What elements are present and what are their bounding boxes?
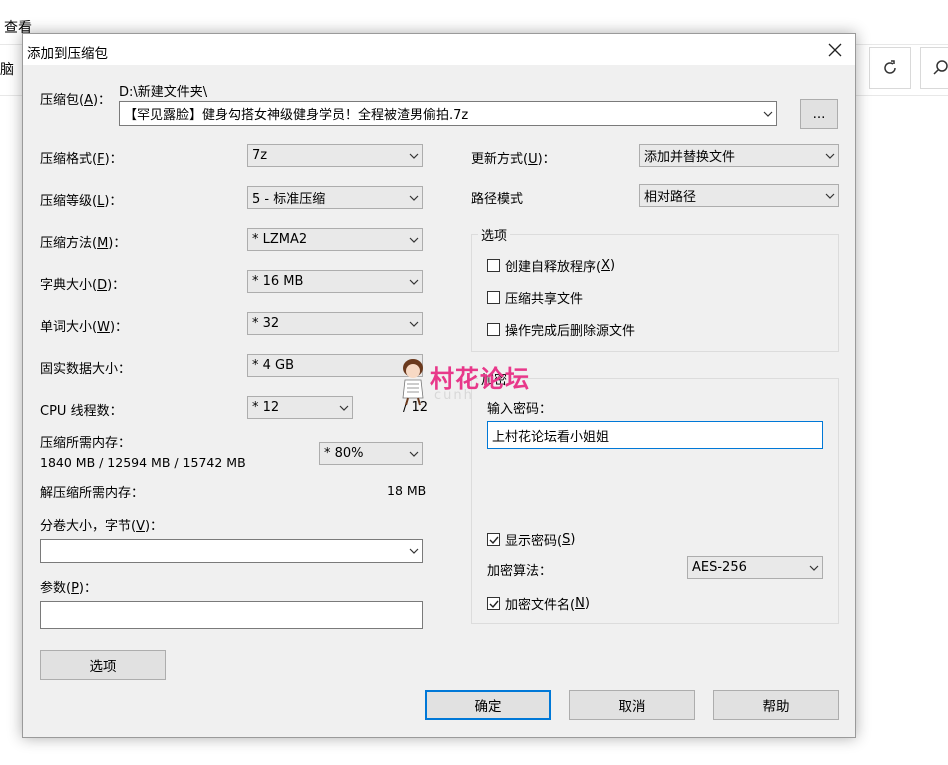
mem-percent-combo[interactable]: * 80% [319,442,423,465]
dict-label: 字典大小(D)： [40,278,126,293]
encryption-group-title: 加密 [478,369,511,388]
level-label: 压缩等级(L)： [40,194,123,209]
show-password-checkbox[interactable]: 显示密码(S) [487,530,575,549]
help-button[interactable]: 帮助 [713,690,839,720]
archive-path: D:\新建文件夹\ [119,85,208,100]
chevron-down-icon [406,313,422,334]
mem-decompress-label: 解压缩所需内存： [40,486,145,501]
mem-percent-value: * 80% [324,446,364,461]
chevron-down-icon [806,557,822,578]
level-value: 5 - 标准压缩 [252,192,326,207]
shared-checkbox[interactable]: 压缩共享文件 [487,288,583,307]
path-mode-combo[interactable]: 相对路径 [639,184,839,207]
chevron-down-icon [406,187,422,208]
shared-checkbox-box [487,291,500,304]
params-input[interactable] [41,602,422,628]
chevron-down-icon [406,355,422,376]
chevron-down-icon [406,271,422,292]
word-combo[interactable]: * 32 [247,312,423,335]
mem-decompress-value: 18 MB [387,483,427,498]
algorithm-label: 加密算法： [487,564,553,579]
update-combo[interactable]: 添加并替换文件 [639,144,839,167]
options-group-title: 选项 [478,225,511,244]
mem-compress-label: 压缩所需内存： [40,436,132,451]
cancel-button[interactable]: 取消 [569,690,695,720]
mem-compress-detail: 1840 MB / 12594 MB / 15742 MB [40,455,246,470]
threads-label: CPU 线程数： [40,404,123,419]
encrypt-names-checkbox[interactable]: 加密文件名(N) [487,594,590,613]
dialog-title: 添加到压缩包 [27,46,108,62]
search-icon [933,60,948,75]
password-label: 输入密码： [487,402,553,417]
params-input-box [40,601,423,629]
close-icon [828,43,842,57]
refresh-button[interactable] [869,47,911,89]
threads-combo[interactable]: * 12 [247,396,353,419]
params-label: 参数(P)： [40,581,97,596]
solid-value: * 4 GB [252,358,295,373]
chevron-down-icon [760,102,776,125]
chevron-down-icon [406,443,422,464]
search-button[interactable] [920,47,948,89]
sfx-checkbox[interactable]: 创建自释放程序(X) [487,256,615,275]
method-label: 压缩方法(M)： [40,236,127,251]
browse-button[interactable]: ... [800,99,838,129]
word-value: * 32 [252,316,280,331]
encrypt-names-checkbox-box [487,597,500,610]
chevron-down-icon [406,229,422,250]
update-label: 更新方式(U)： [471,152,556,167]
dict-combo[interactable]: * 16 MB [247,270,423,293]
method-combo[interactable]: * LZMA2 [247,228,423,251]
archive-name-value: 【罕见露脸】健身勾搭女神级健身学员！全程被渣男偷拍.7z [124,108,469,123]
show-password-checkbox-box [487,533,500,546]
options-button[interactable]: 选项 [40,650,166,680]
checkmark-icon [489,600,499,608]
archive-label: 压缩包(A)： [40,93,112,108]
format-value: 7z [252,148,268,163]
threads-value: * 12 [252,400,280,415]
delete-source-checkbox[interactable]: 操作完成后删除源文件 [487,320,635,339]
sfx-checkbox-box [487,259,500,272]
dict-value: * 16 MB [252,274,304,289]
refresh-icon [884,60,896,74]
chevron-down-icon [822,145,838,166]
level-combo[interactable]: 5 - 标准压缩 [247,186,423,209]
ok-button[interactable]: 确定 [425,690,551,720]
close-button[interactable] [819,36,851,64]
word-label: 单词大小(W)： [40,320,129,335]
volume-label: 分卷大小，字节(V)： [40,519,164,534]
format-label: 压缩格式(F)： [40,152,123,167]
solid-combo[interactable]: * 4 GB [247,354,423,377]
solid-label: 固实数据大小： [40,362,132,377]
algorithm-combo[interactable]: AES-256 [687,556,823,579]
method-value: * LZMA2 [252,232,308,247]
delete-checkbox-box [487,323,500,336]
checkmark-icon [489,536,499,544]
add-to-archive-dialog: 添加到压缩包 压缩包(A)： D:\新建文件夹\ 【罕见露脸】健身勾搭女神级健身… [22,33,856,738]
explorer-address-fragment: 脑 [0,62,14,78]
password-input[interactable] [488,422,822,448]
threads-max: / 12 [403,400,429,415]
archive-name-combo[interactable]: 【罕见露脸】健身勾搭女神级健身学员！全程被渣男偷拍.7z [119,101,777,126]
chevron-down-icon [406,145,422,166]
chevron-down-icon [406,540,422,562]
chevron-down-icon [822,185,838,206]
path-mode-label: 路径模式 [471,192,524,207]
update-value: 添加并替换文件 [644,150,736,165]
path-mode-value: 相对路径 [644,190,697,205]
password-input-box [487,421,823,449]
volume-combo[interactable] [40,539,423,563]
format-combo[interactable]: 7z [247,144,423,167]
dialog-titlebar[interactable]: 添加到压缩包 [23,34,855,65]
algorithm-value: AES-256 [692,560,747,575]
chevron-down-icon [336,397,352,418]
